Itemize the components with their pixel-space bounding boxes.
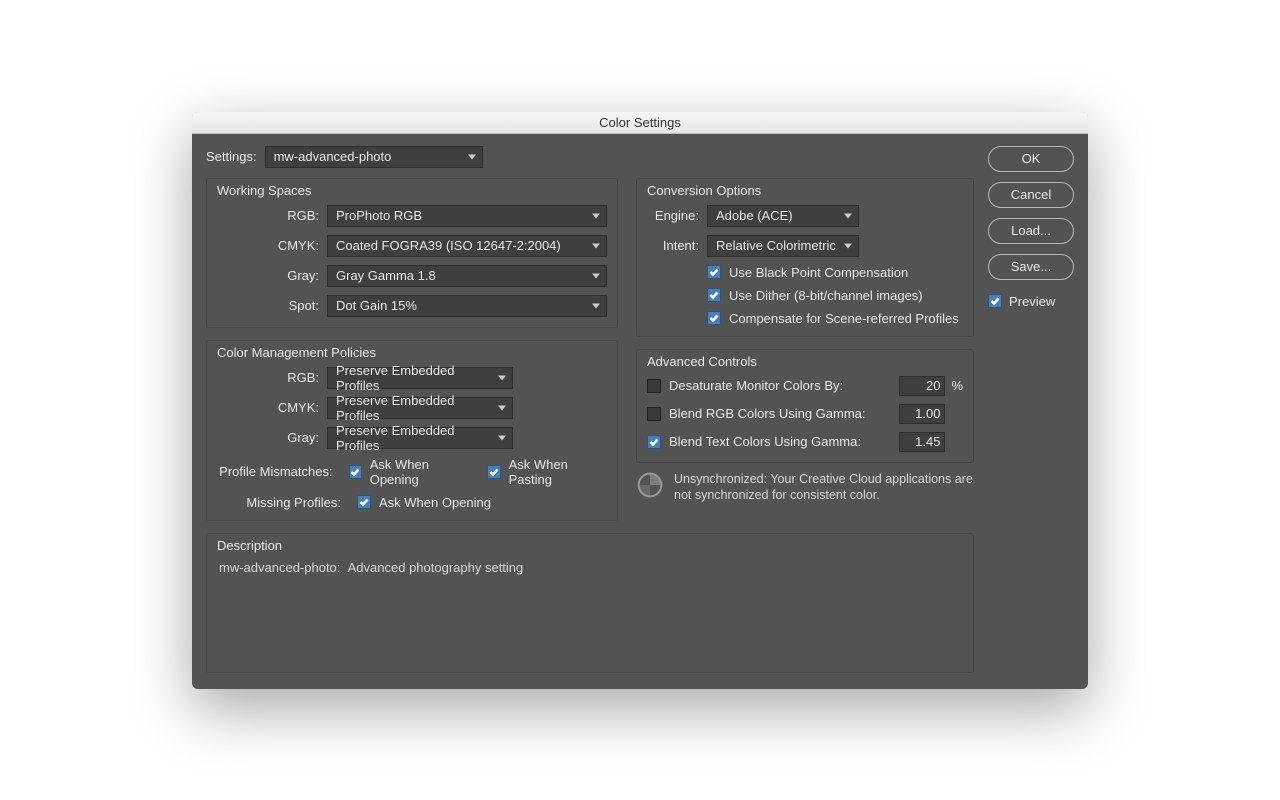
- advanced-legend: Advanced Controls: [647, 354, 757, 369]
- ws-cmyk-select[interactable]: Coated FOGRA39 (ISO 12647-2:2004): [327, 235, 607, 257]
- ws-gray-select[interactable]: Gray Gamma 1.8: [327, 265, 607, 287]
- unsynchronized-text: Unsynchronized: Your Creative Cloud appl…: [674, 471, 974, 505]
- description-group: Description mw-advanced-photo: Advanced …: [206, 533, 974, 673]
- chevron-down-icon: [498, 375, 506, 380]
- preview-label: Preview: [1009, 294, 1055, 309]
- desaturate-checkbox[interactable]: Desaturate Monitor Colors By:: [647, 378, 843, 393]
- blend-rgb-value-input[interactable]: [899, 404, 945, 424]
- chevron-down-icon: [592, 213, 600, 218]
- settings-select[interactable]: mw-advanced-photo: [265, 146, 483, 168]
- policies-group: Color Management Policies RGB: Preserve …: [206, 340, 618, 521]
- settings-label: Settings:: [206, 149, 257, 164]
- load-button[interactable]: Load...: [988, 218, 1074, 244]
- chevron-down-icon: [592, 243, 600, 248]
- ws-rgb-label: RGB:: [217, 208, 327, 223]
- blend-text-value-input[interactable]: [899, 432, 945, 452]
- missing-ask-opening-checkbox[interactable]: Ask When Opening: [357, 495, 491, 510]
- description-legend: Description: [217, 538, 282, 553]
- black-point-checkbox[interactable]: Use Black Point Compensation: [707, 265, 963, 280]
- chevron-down-icon: [844, 243, 852, 248]
- pol-rgb-select[interactable]: Preserve Embedded Profiles: [327, 367, 513, 389]
- chevron-down-icon: [592, 273, 600, 278]
- ws-spot-label: Spot:: [217, 298, 327, 313]
- conversion-legend: Conversion Options: [647, 183, 761, 198]
- missing-profiles-label: Missing Profiles:: [217, 495, 343, 510]
- blend-text-checkbox[interactable]: Blend Text Colors Using Gamma:: [647, 434, 861, 449]
- chevron-down-icon: [468, 154, 476, 159]
- preview-checkbox[interactable]: Preview: [988, 294, 1074, 309]
- working-spaces-legend: Working Spaces: [217, 183, 311, 198]
- pol-gray-label: Gray:: [217, 430, 327, 445]
- percent-label: %: [951, 378, 963, 393]
- ws-spot-select[interactable]: Dot Gain 15%: [327, 295, 607, 317]
- chevron-down-icon: [592, 303, 600, 308]
- blend-rgb-checkbox[interactable]: Blend RGB Colors Using Gamma:: [647, 406, 866, 421]
- description-text: Advanced photography setting: [348, 560, 524, 575]
- ws-cmyk-label: CMYK:: [217, 238, 327, 253]
- color-settings-dialog: Color Settings Settings: mw-advanced-pho…: [192, 112, 1088, 689]
- engine-label: Engine:: [647, 208, 707, 223]
- save-button[interactable]: Save...: [988, 254, 1074, 280]
- ws-rgb-select[interactable]: ProPhoto RGB: [327, 205, 607, 227]
- desaturate-value-input[interactable]: [899, 376, 945, 396]
- profile-mismatches-label: Profile Mismatches:: [217, 464, 335, 479]
- mismatch-ask-pasting-checkbox[interactable]: Ask When Pasting: [487, 457, 607, 487]
- pol-rgb-label: RGB:: [217, 370, 327, 385]
- intent-select[interactable]: Relative Colorimetric: [707, 235, 859, 257]
- pol-gray-select[interactable]: Preserve Embedded Profiles: [327, 427, 513, 449]
- window-title: Color Settings: [192, 112, 1088, 134]
- settings-value: mw-advanced-photo: [274, 149, 392, 164]
- cancel-button[interactable]: Cancel: [988, 182, 1074, 208]
- scene-referred-checkbox[interactable]: Compensate for Scene-referred Profiles: [707, 311, 963, 326]
- description-name: mw-advanced-photo:: [219, 560, 340, 575]
- unsynchronized-notice: Unsynchronized: Your Creative Cloud appl…: [636, 471, 974, 505]
- chevron-down-icon: [844, 213, 852, 218]
- working-spaces-group: Working Spaces RGB: ProPhoto RGB CMYK: C…: [206, 178, 618, 328]
- policies-legend: Color Management Policies: [217, 345, 376, 360]
- mismatch-ask-opening-checkbox[interactable]: Ask When Opening: [349, 457, 474, 487]
- sync-warning-icon: [636, 471, 664, 499]
- chevron-down-icon: [498, 405, 506, 410]
- ok-button[interactable]: OK: [988, 146, 1074, 172]
- pol-cmyk-label: CMYK:: [217, 400, 327, 415]
- conversion-group: Conversion Options Engine: Adobe (ACE) I…: [636, 178, 974, 337]
- intent-label: Intent:: [647, 238, 707, 253]
- pol-cmyk-select[interactable]: Preserve Embedded Profiles: [327, 397, 513, 419]
- dither-checkbox[interactable]: Use Dither (8-bit/channel images): [707, 288, 963, 303]
- advanced-group: Advanced Controls Desaturate Monitor Col…: [636, 349, 974, 463]
- chevron-down-icon: [498, 435, 506, 440]
- engine-select[interactable]: Adobe (ACE): [707, 205, 859, 227]
- ws-gray-label: Gray:: [217, 268, 327, 283]
